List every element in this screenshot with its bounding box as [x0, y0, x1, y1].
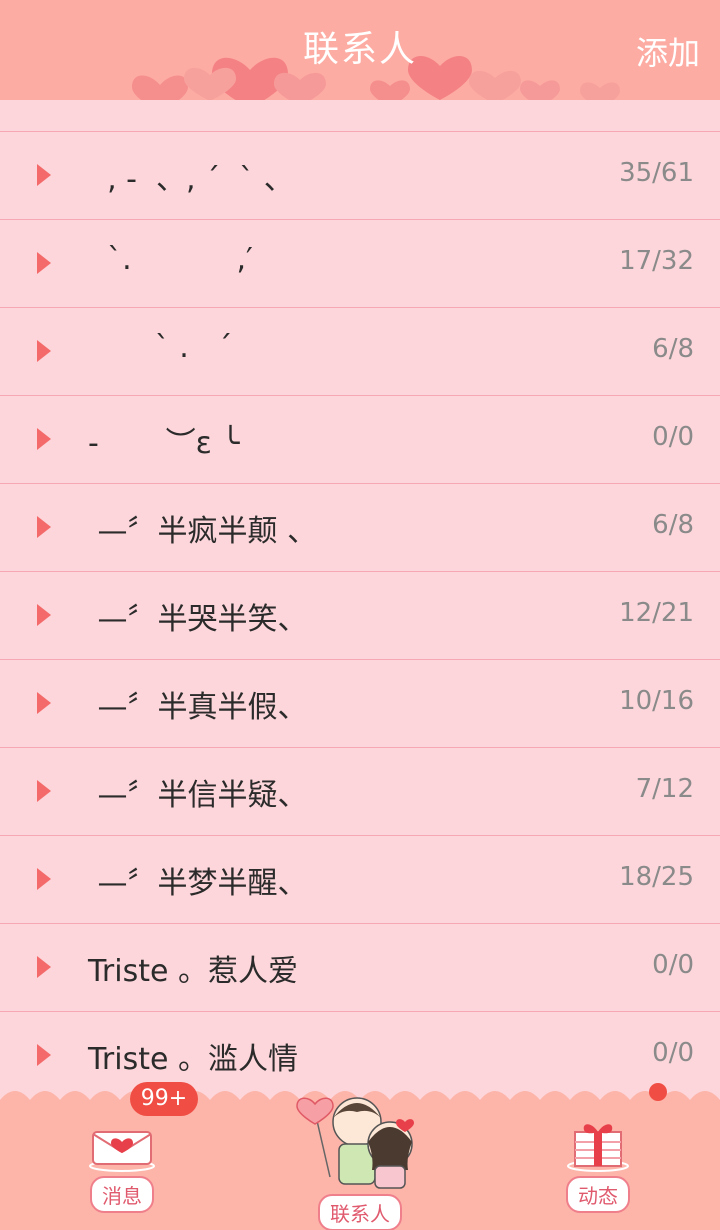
tab-messages[interactable]: 消息 — [70, 1122, 174, 1213]
bottom-nav: 消息 联系人 动态 — [0, 1082, 720, 1230]
group-count: 7/12 — [635, 774, 694, 804]
group-name: ` . ´ — [88, 330, 233, 365]
expand-arrow-icon — [37, 428, 51, 450]
tab-contacts-label: 联系人 — [318, 1194, 402, 1230]
group-count: 18/25 — [619, 862, 694, 892]
group-count: 0/0 — [652, 950, 694, 980]
group-count: 6/8 — [652, 334, 694, 364]
expand-arrow-icon — [37, 868, 51, 890]
group-count: 6/8 — [652, 510, 694, 540]
expand-arrow-icon — [37, 780, 51, 802]
group-count: 10/16 — [619, 686, 694, 716]
expand-arrow-icon — [37, 340, 51, 362]
group-name: —〞半疯半颠 、 — [88, 514, 318, 549]
group-name: —〞半信半疑、 — [88, 778, 308, 813]
group-name: - ︶ε ╰ — [88, 426, 240, 461]
group-name: , - 、, ´ ` 、 — [88, 162, 294, 197]
group-count: 35/61 — [619, 158, 694, 188]
list-item-partial[interactable] — [0, 100, 720, 132]
group-row[interactable]: Triste 。惹人爱 0/0 — [0, 924, 720, 1012]
tab-feed[interactable]: 动态 — [550, 1116, 646, 1213]
group-count: 12/21 — [619, 598, 694, 628]
group-count: 0/0 — [652, 1038, 694, 1068]
tab-messages-label: 消息 — [90, 1176, 154, 1213]
group-row[interactable]: —〞半疯半颠 、 6/8 — [0, 484, 720, 572]
group-row[interactable]: —〞半哭半笑、 12/21 — [0, 572, 720, 660]
add-button[interactable]: 添加 — [636, 28, 700, 74]
couple-illustration-icon — [296, 1097, 414, 1189]
expand-arrow-icon — [37, 1044, 51, 1066]
expand-arrow-icon — [37, 252, 51, 274]
group-row[interactable]: —〞半真半假、 10/16 — [0, 660, 720, 748]
group-name: —〞半真半假、 — [88, 690, 308, 725]
group-row[interactable]: —〞半信半疑、 7/12 — [0, 748, 720, 836]
expand-arrow-icon — [37, 164, 51, 186]
group-count: 17/32 — [619, 246, 694, 276]
notification-dot — [649, 1083, 667, 1101]
contact-group-list: , - 、, ´ ` 、 35/61 `. ,′ 17/32 ` . ´ 6/8… — [0, 100, 720, 1100]
group-row[interactable]: , - 、, ´ ` 、 35/61 — [0, 132, 720, 220]
group-name: Triste 。滥人情 — [88, 1042, 298, 1077]
tab-feed-label: 动态 — [566, 1176, 630, 1213]
group-row[interactable]: —〞半梦半醒、 18/25 — [0, 836, 720, 924]
unread-badge: 99+ — [130, 1082, 198, 1116]
expand-arrow-icon — [37, 516, 51, 538]
expand-arrow-icon — [37, 604, 51, 626]
group-row[interactable]: `. ,′ 17/32 — [0, 220, 720, 308]
tab-contacts[interactable]: 联系人 — [290, 1082, 430, 1230]
envelope-icon — [89, 1131, 155, 1172]
group-count: 0/0 — [652, 422, 694, 452]
expand-arrow-icon — [37, 692, 51, 714]
group-row[interactable]: ` . ´ 6/8 — [0, 308, 720, 396]
page-title: 联系人 — [302, 29, 417, 70]
top-header: 联系人 添加 — [0, 0, 720, 100]
group-row[interactable]: - ︶ε ╰ 0/0 — [0, 396, 720, 484]
group-name: `. ,′ — [88, 242, 253, 277]
expand-arrow-icon — [37, 956, 51, 978]
gift-box-icon — [567, 1124, 629, 1172]
group-name: Triste 。惹人爱 — [88, 954, 298, 989]
group-name: —〞半哭半笑、 — [88, 602, 308, 637]
group-name: —〞半梦半醒、 — [88, 866, 308, 901]
